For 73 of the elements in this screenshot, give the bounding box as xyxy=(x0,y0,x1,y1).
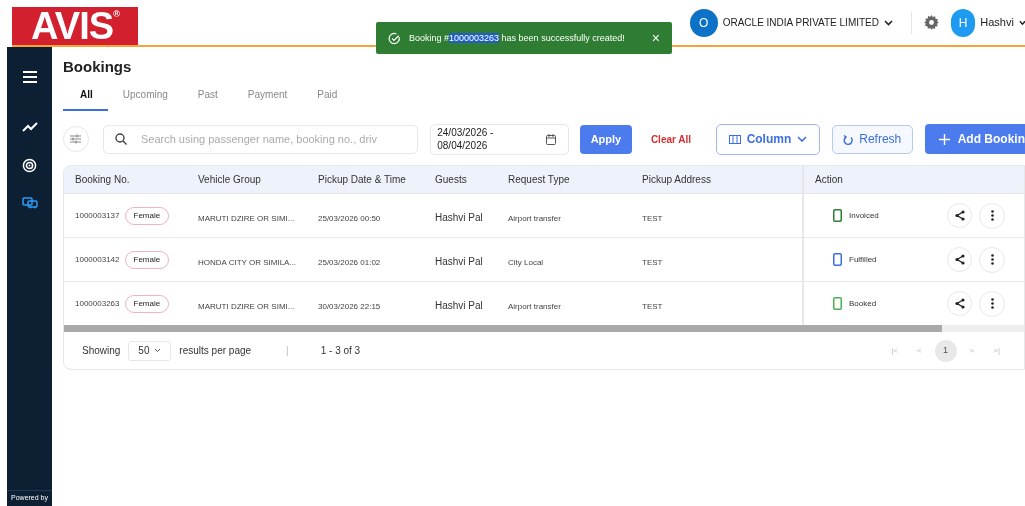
table-cell: Hashvi Pal xyxy=(435,299,483,311)
avis-logo: AVIS® xyxy=(12,6,138,45)
table-cell: TEST xyxy=(642,301,663,311)
status-label: Booked xyxy=(849,297,877,310)
table-cell: MARUTI DZIRE OR SIMI... xyxy=(198,213,295,223)
column-header: Pickup Date & Time xyxy=(318,174,406,185)
page-button[interactable]: 1 xyxy=(934,339,957,362)
table-cell: MARUTI DZIRE OR SIMI... xyxy=(198,301,295,311)
showing-label: Showing xyxy=(82,344,121,358)
table-cell: 1000003137 xyxy=(75,209,120,222)
status-label: Fulfilled xyxy=(849,253,877,266)
organization-selector[interactable]: O ORACLE INDIA PRIVATE LIMITED xyxy=(689,8,893,37)
refresh-button[interactable]: Refresh xyxy=(831,124,913,154)
clear-all-link[interactable]: Clear All xyxy=(650,131,692,147)
column-button[interactable]: Column xyxy=(716,123,820,155)
share-icon xyxy=(954,210,965,221)
table-cell: HONDA CITY OR SIMILA... xyxy=(198,257,297,267)
per-page-label: results per page xyxy=(179,344,252,358)
table-cell: Hashvi Pal xyxy=(435,255,483,267)
table-cell: 1000003142 xyxy=(75,253,120,266)
refresh-icon xyxy=(843,133,854,145)
page-title: Bookings xyxy=(63,57,133,77)
sliders-icon xyxy=(70,134,82,144)
table-cell: 25/03/2026 01:02 xyxy=(318,257,381,267)
column-header: Request Type xyxy=(508,174,570,185)
status-label: Invoiced xyxy=(849,209,879,222)
add-booking-button[interactable]: Add Bookin xyxy=(924,124,1025,154)
search-field[interactable]: Search using passenger name, booking no., driv xyxy=(102,124,419,154)
search-icon xyxy=(114,132,127,145)
more-icon xyxy=(990,298,994,309)
separator: | xyxy=(286,344,289,358)
close-button[interactable]: × xyxy=(651,31,660,45)
column-header: Action xyxy=(815,173,843,187)
tab[interactable]: Payment xyxy=(232,83,303,111)
share-icon xyxy=(954,254,965,265)
share-icon xyxy=(954,298,965,309)
menu-icon[interactable] xyxy=(22,71,37,83)
tab[interactable]: Upcoming xyxy=(107,83,183,111)
trend-line-icon[interactable] xyxy=(21,122,38,132)
date-range-field[interactable]: 24/03/2026 - 08/04/2026 xyxy=(430,123,569,155)
results-range: 1 - 3 of 3 xyxy=(320,344,361,358)
more-icon xyxy=(990,254,994,265)
table-cell: TEST xyxy=(642,257,663,267)
page-size-select[interactable]: 50 xyxy=(128,340,172,361)
column-header: Guests xyxy=(435,174,467,185)
chevron-down-icon xyxy=(797,136,808,142)
settings-icon[interactable] xyxy=(924,15,939,30)
tab[interactable]: Past xyxy=(182,83,233,111)
column-header: Pickup Address xyxy=(642,174,711,185)
chevron-down-icon xyxy=(154,348,162,353)
calendar-icon xyxy=(546,133,556,145)
plus-icon xyxy=(938,133,950,145)
more-icon xyxy=(990,210,994,221)
user-menu[interactable]: H Hashvi xyxy=(951,8,1025,37)
table-cell: Airport transfer xyxy=(508,213,561,223)
table-cell: TEST xyxy=(642,213,663,223)
chevron-down-icon xyxy=(884,19,893,26)
column-header: Vehicle Group xyxy=(198,174,261,185)
table-cell: Airport transfer xyxy=(508,301,561,311)
horizontal-scrollbar[interactable] xyxy=(64,325,1024,332)
column-header: Booking No. xyxy=(75,174,130,185)
table-cell: 25/03/2026 00:50 xyxy=(318,213,381,223)
target-icon[interactable] xyxy=(22,157,37,173)
tab[interactable]: Paid xyxy=(302,83,353,111)
table-cell: City Local xyxy=(508,257,544,267)
tab[interactable]: All xyxy=(63,83,108,111)
table-cell: 1000003263 xyxy=(75,297,120,310)
table-cell: Hashvi Pal xyxy=(435,211,483,223)
chevron-down-icon xyxy=(1018,19,1025,26)
apply-button[interactable]: Apply xyxy=(580,124,632,154)
columns-icon xyxy=(728,134,741,144)
check-circle-icon xyxy=(388,31,401,45)
table-cell: 30/03/2026 22:15 xyxy=(318,301,381,311)
